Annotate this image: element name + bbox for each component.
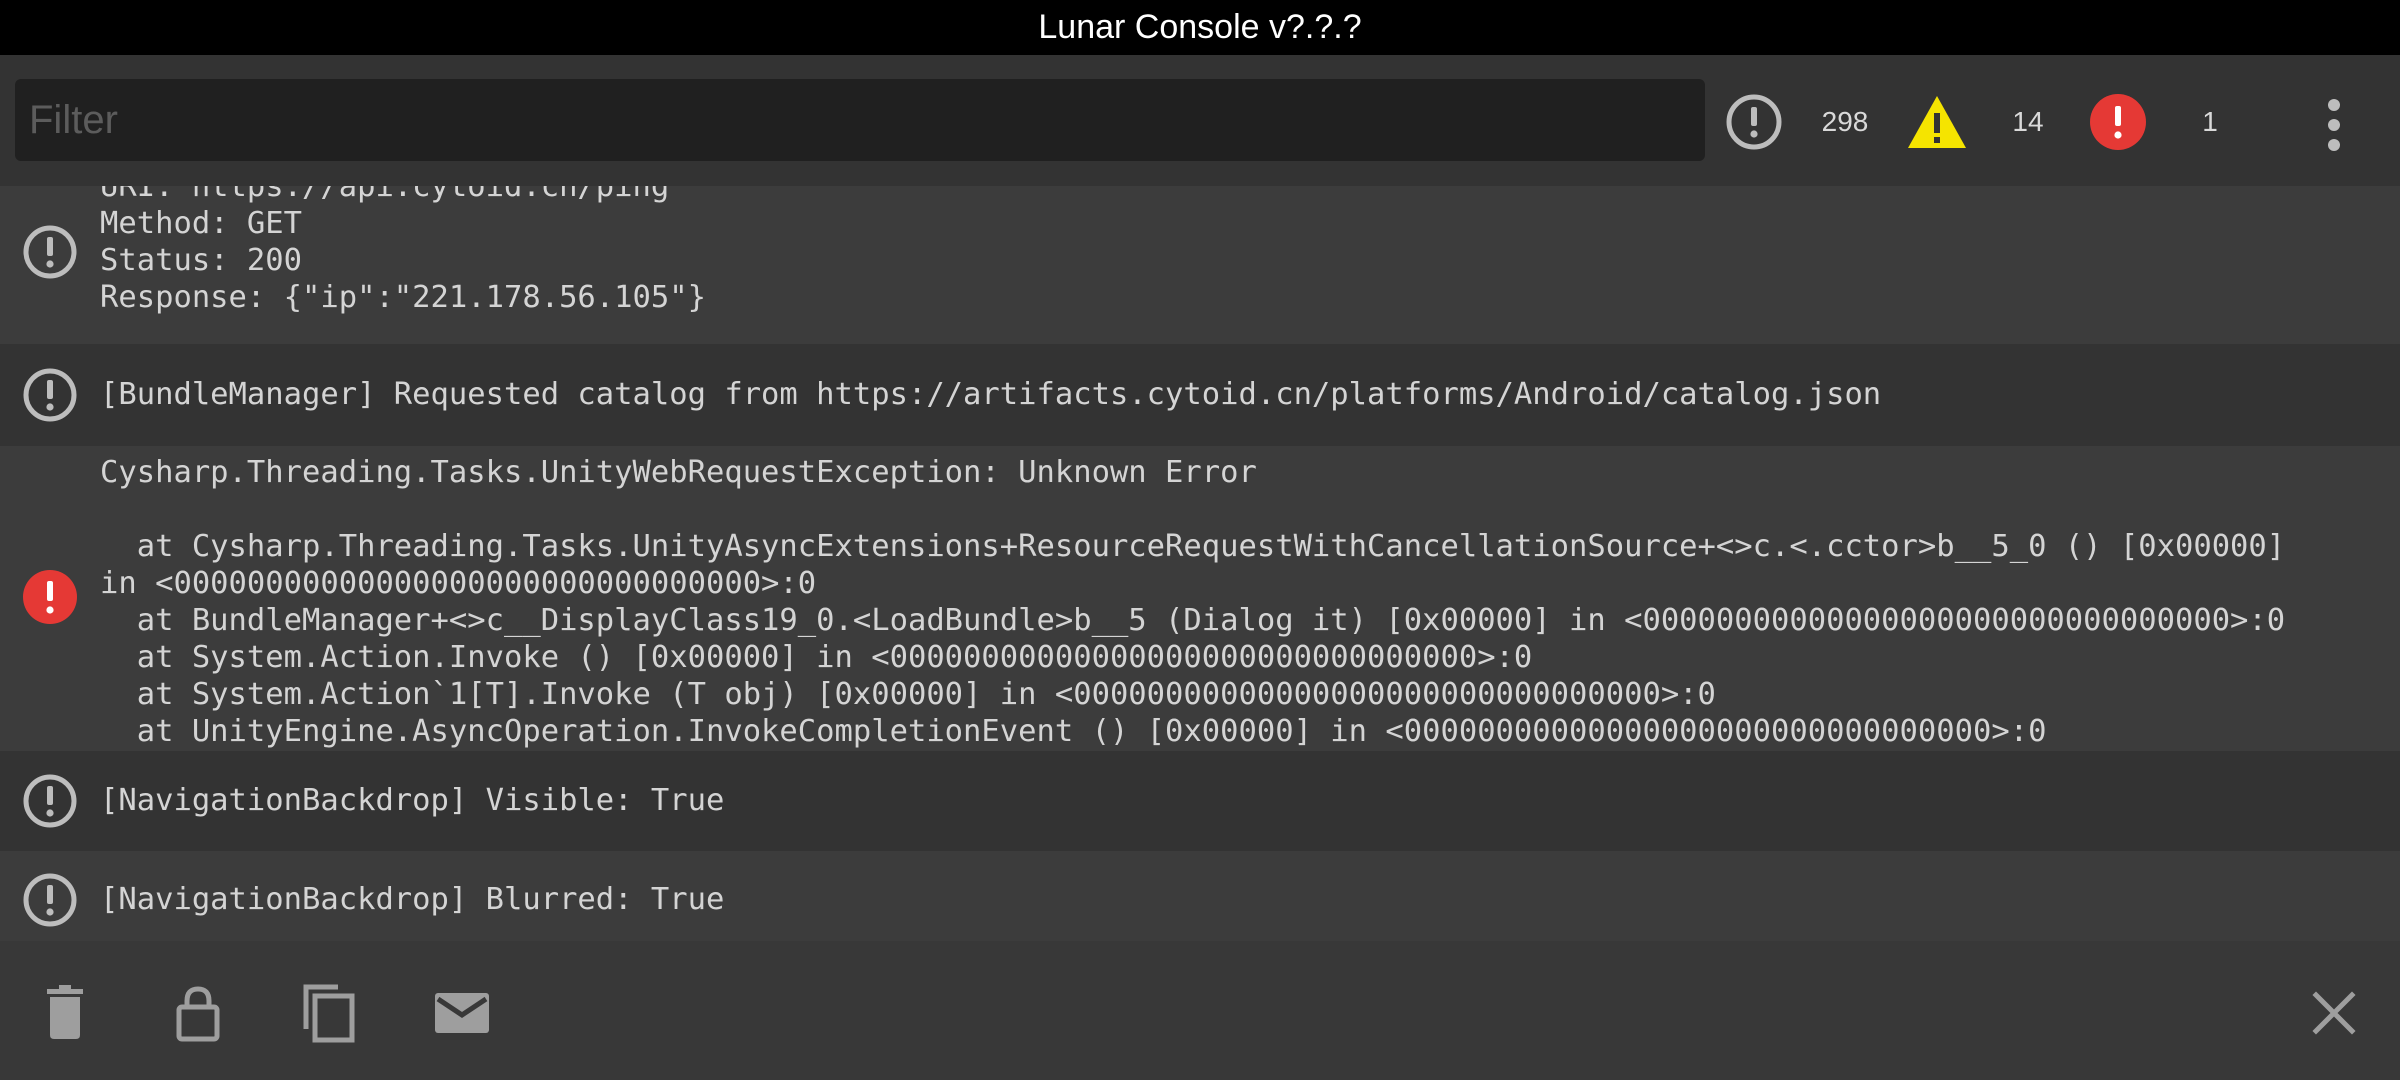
- log-entry-text: [NavigationBackdrop] Blurred: True: [100, 882, 725, 917]
- more-vert-icon: [2328, 99, 2340, 151]
- info-icon: [23, 368, 77, 422]
- log-entry-text: [NavigationBackdrop] Visible: True: [100, 783, 725, 818]
- more-menu-button[interactable]: [2312, 95, 2356, 155]
- error-entry-text: Cysharp.Threading.Tasks.UnityWebRequestE…: [100, 455, 2286, 749]
- filter-input[interactable]: [15, 79, 1705, 161]
- error-icon: [2090, 94, 2146, 150]
- lock-scroll-button[interactable]: [166, 981, 230, 1045]
- app-title-bar: Lunar Console v?.?.?: [0, 0, 2400, 55]
- close-icon: [2312, 991, 2356, 1035]
- lock-icon: [176, 986, 220, 1042]
- log-entry[interactable]: URI: https://api.cytoid.cn/ping Method: …: [0, 186, 2400, 344]
- log-list[interactable]: URI: https://api.cytoid.cn/ping Method: …: [0, 186, 2400, 941]
- log-entry-text: [BundleManager] Requested catalog from h…: [100, 377, 1882, 412]
- log-entry[interactable]: [NavigationBackdrop] Blurred: True: [0, 851, 2400, 941]
- info-icon: [23, 774, 77, 828]
- info-icon: [23, 873, 77, 927]
- log-filter-toggle[interactable]: [1725, 93, 1783, 151]
- email-button[interactable]: [430, 981, 494, 1045]
- warning-icon: [1908, 96, 1966, 148]
- trash-icon: [47, 985, 83, 1039]
- close-button[interactable]: [2302, 981, 2366, 1045]
- error-entry[interactable]: Cysharp.Threading.Tasks.UnityWebRequestE…: [0, 446, 2400, 751]
- log-entry-text: URI: https://api.cytoid.cn/ping Method: …: [100, 186, 706, 315]
- bottom-action-bar: [0, 941, 2400, 1080]
- clear-button[interactable]: [33, 981, 97, 1045]
- toolbar: 298 14 1: [0, 55, 2400, 186]
- warning-filter-toggle[interactable]: [1906, 93, 1966, 151]
- log-count: 298: [1821, 106, 1869, 137]
- copy-button[interactable]: [298, 981, 362, 1045]
- error-icon: [23, 570, 77, 624]
- warning-count: 14: [2012, 106, 2044, 137]
- error-filter-toggle[interactable]: [2089, 93, 2147, 151]
- log-entry[interactable]: [NavigationBackdrop] Visible: True: [0, 751, 2400, 851]
- email-icon: [435, 993, 489, 1033]
- log-entry[interactable]: [BundleManager] Requested catalog from h…: [0, 344, 2400, 446]
- info-icon: [1726, 94, 1782, 150]
- info-icon: [23, 225, 77, 279]
- app-title: Lunar Console v?.?.?: [1038, 8, 1362, 46]
- copy-icon: [303, 984, 355, 1043]
- error-count: 1: [2202, 106, 2218, 137]
